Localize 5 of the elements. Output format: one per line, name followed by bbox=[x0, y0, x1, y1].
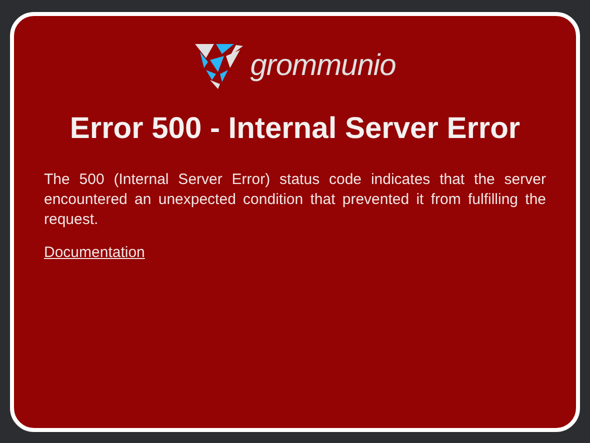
error-title: Error 500 - Internal Server Error bbox=[68, 111, 522, 147]
documentation-link[interactable]: Documentation bbox=[44, 244, 145, 261]
triangle-logo-icon bbox=[194, 42, 244, 90]
error-message: The 500 (Internal Server Error) status code indicates that the server encountered an unexpected condition that prevented it from fulfilling the request. bbox=[44, 170, 546, 230]
logo-wordmark: grommunio bbox=[250, 49, 396, 83]
